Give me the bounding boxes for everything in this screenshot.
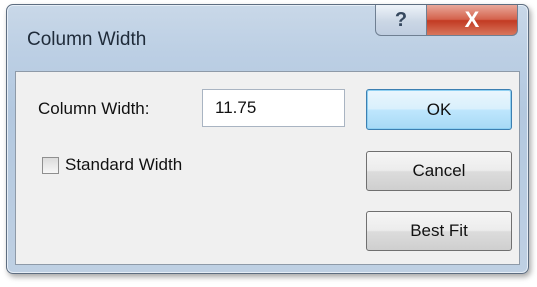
caption-buttons: ? X bbox=[375, 5, 518, 36]
help-button[interactable]: ? bbox=[375, 5, 427, 36]
standard-width-option[interactable]: Standard Width bbox=[42, 155, 182, 175]
help-icon: ? bbox=[394, 8, 408, 31]
column-width-input[interactable] bbox=[202, 89, 345, 127]
cancel-button[interactable]: Cancel bbox=[366, 151, 512, 191]
dialog-body: Column Width: Standard Width OK Cancel B… bbox=[15, 71, 520, 265]
column-width-label: Column Width: bbox=[38, 99, 150, 118]
title-bar[interactable]: Column Width ? X bbox=[7, 5, 528, 71]
standard-width-checkbox[interactable] bbox=[42, 156, 59, 174]
standard-width-label[interactable]: Standard Width bbox=[65, 155, 182, 175]
close-icon: X bbox=[464, 7, 480, 32]
best-fit-button[interactable]: Best Fit bbox=[366, 211, 512, 251]
close-button[interactable]: X bbox=[427, 5, 518, 36]
column-width-dialog: Column Width ? X Column Width: Standard … bbox=[6, 4, 529, 274]
dialog-title: Column Width bbox=[27, 29, 147, 50]
ok-button[interactable]: OK bbox=[366, 89, 512, 130]
